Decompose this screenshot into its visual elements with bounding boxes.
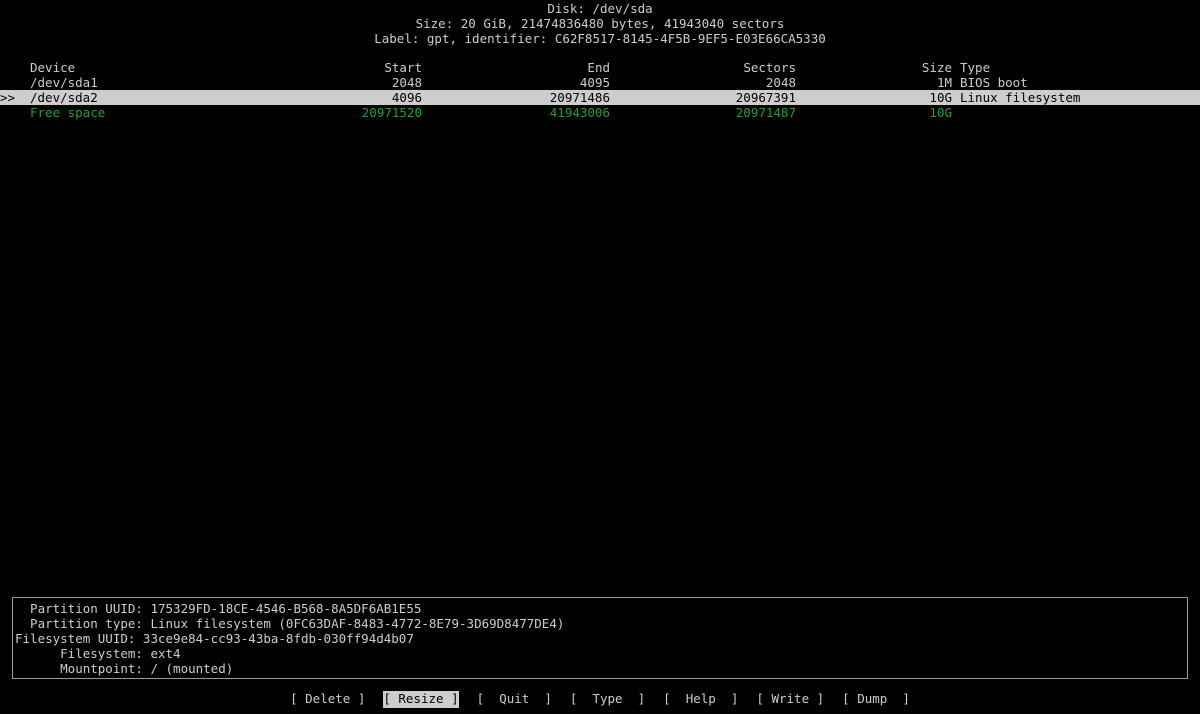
row-end: 4095 (579, 75, 610, 90)
resize-button[interactable]: [ Resize ] (383, 690, 459, 708)
row-sectors: 20967391 (735, 90, 796, 105)
row-start: 4096 (391, 90, 422, 105)
info-filesystem-uuid: Filesystem UUID: 33ce9e84-cc93-43ba-8fdb… (15, 631, 414, 646)
column-header-sectors: Sectors (743, 60, 796, 75)
table-row[interactable]: /dev/sda1 2048 4095 2048 1M BIOS boot (0, 75, 1200, 90)
type-button[interactable]: [ Type ] (570, 691, 645, 708)
row-start: 20971520 (361, 105, 422, 120)
quit-button[interactable]: [ Quit ] (477, 691, 552, 708)
column-header-type: Type (960, 60, 991, 75)
row-end: 20971486 (549, 90, 610, 105)
delete-button[interactable]: [ Delete ] (290, 691, 365, 708)
table-row-free-space[interactable]: Free space 20971520 41943006 20971487 10… (0, 105, 1200, 120)
help-button[interactable]: [ Help ] (663, 691, 738, 708)
row-type: Linux filesystem (960, 90, 1081, 105)
menu-bar: [ Delete ] [ Resize ] [ Quit ] [ Type ] … (0, 690, 1200, 708)
row-size: 1M (936, 75, 952, 90)
row-sectors: 2048 (765, 75, 796, 90)
disk-size-line: Size: 20 GiB, 21474836480 bytes, 4194304… (415, 16, 785, 31)
info-partition-type: Partition type: Linux filesystem (0FC63D… (15, 616, 565, 631)
row-selection-marker: >> (0, 90, 16, 105)
row-size: 10G (929, 105, 952, 120)
row-end: 41943006 (549, 105, 610, 120)
row-start: 2048 (391, 75, 422, 90)
info-mountpoint: Mountpoint: / (mounted) (15, 661, 234, 676)
column-header-size: Size (921, 60, 952, 75)
info-filesystem: Filesystem: ext4 (15, 646, 181, 661)
partition-table: Device Start End Sectors Size Type /dev/… (0, 60, 1200, 120)
row-type: BIOS boot (960, 75, 1028, 90)
table-row-selected[interactable]: >> /dev/sda2 4096 20971486 20967391 10G … (0, 90, 1200, 105)
disk-title: Disk: /dev/sda (547, 1, 653, 16)
column-header-end: End (587, 60, 610, 75)
write-button[interactable]: [ Write ] (756, 691, 824, 708)
dump-button[interactable]: [ Dump ] (842, 691, 910, 708)
table-header-row: Device Start End Sectors Size Type (0, 60, 1200, 75)
row-sectors: 20971487 (735, 105, 796, 120)
info-partition-uuid: Partition UUID: 175329FD-18CE-4546-B568-… (15, 601, 422, 616)
partition-info-panel: Partition UUID: 175329FD-18CE-4546-B568-… (12, 597, 1188, 679)
disk-header: Disk: /dev/sda Size: 20 GiB, 21474836480… (0, 0, 1200, 46)
column-header-start: Start (384, 60, 422, 75)
disk-label-line: Label: gpt, identifier: C62F8517-8145-4F… (374, 31, 826, 46)
row-size: 10G (929, 90, 952, 105)
